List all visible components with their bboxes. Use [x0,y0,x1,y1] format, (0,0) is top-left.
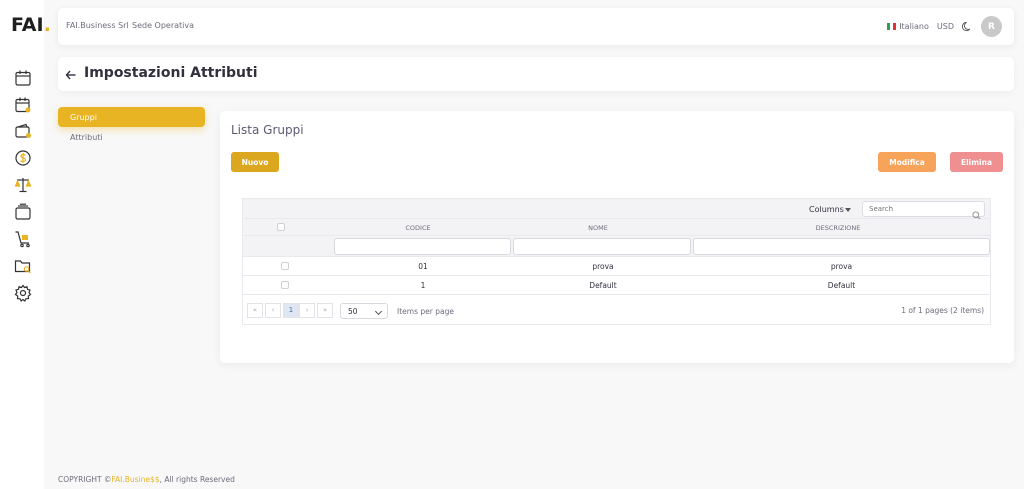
footer: COPYRIGHT ©FAI.Busine$$, All rights Rese… [58,475,235,484]
app-logo[interactable]: FAI. [11,14,51,36]
top-navbar: FAI.Business Srl Sede Operativa Italiano… [58,8,1014,45]
page-title: Impostazioni Attributi [84,65,258,81]
italy-flag-icon [887,23,897,30]
grid-toolbar: Columns [243,199,990,220]
language-selector[interactable]: Italiano [887,22,929,31]
select-all-checkbox[interactable] [277,223,285,231]
pager-prev-button[interactable]: ‹ [265,303,281,318]
filter-codice-input[interactable] [334,238,511,255]
calendar-user-icon[interactable] [14,96,32,114]
filter-descrizione-input[interactable] [693,238,990,255]
menu-item-gruppi[interactable]: Gruppi [58,107,205,127]
dollar-icon[interactable] [14,149,32,167]
layers-icon[interactable] [14,203,32,221]
cart-icon[interactable] [14,230,32,248]
row-checkbox[interactable] [281,281,289,289]
pager-info: 1 of 1 pages (2 items) [901,306,984,315]
filter-nome-input[interactable] [513,238,691,255]
wallet-icon[interactable] [14,122,32,140]
header-descrizione[interactable]: DESCRIZIONE [693,224,983,232]
grid-header-row: CODICE NOME DESCRIZIONE [243,219,990,236]
copyright-prefix: COPYRIGHT © [58,475,112,484]
delete-button[interactable]: Elimina [950,152,1003,172]
groups-card: Lista Gruppi Nuovo Modifica Elimina Colu… [220,111,1014,363]
cell-codice: 01 [418,262,428,271]
location-name[interactable]: Sede Operativa [132,21,194,30]
card-title: Lista Gruppi [231,123,304,137]
cell-nome: prova [592,262,614,271]
cell-descrizione: Default [827,281,856,290]
folder-search-icon[interactable] [14,257,32,275]
gear-icon[interactable] [14,284,32,302]
avatar[interactable]: R [981,16,1002,37]
page-header: Impostazioni Attributi [58,57,1014,91]
columns-chooser[interactable]: Columns [809,205,844,214]
language-label: Italiano [899,22,929,31]
logo-dot: . [43,14,51,36]
navbar-right: Italiano USD R [887,16,1002,37]
chevron-down-icon[interactable] [845,208,851,212]
logo-text: FAI [11,14,44,36]
groups-grid: Columns CODICE NOME DESCRIZIONE 01 prova… [242,198,991,325]
grid-filter-row [243,236,990,257]
search-input[interactable] [862,201,985,217]
company-name[interactable]: FAI.Business Srl [66,21,129,30]
cell-descrizione: prova [830,262,853,271]
edit-button[interactable]: Modifica [878,152,936,172]
pager-last-button[interactable]: » [317,303,333,318]
pager-page-1[interactable]: 1 [283,303,299,318]
new-button[interactable]: Nuovo [231,152,279,172]
header-nome[interactable]: NOME [513,224,683,232]
pager-first-button[interactable]: « [247,303,263,318]
search-icon[interactable] [972,205,981,220]
pager: « ‹ 1 › » 50 Items per page 1 of 1 pages… [243,295,990,325]
cell-nome: Default [589,281,617,290]
arrow-left-icon[interactable] [64,67,78,81]
pager-next-button[interactable]: › [299,303,315,318]
calendar-icon[interactable] [14,69,32,87]
header-codice[interactable]: CODICE [333,224,503,232]
copyright-suffix: , All rights Reserved [159,475,235,484]
table-row[interactable]: 01 prova prova [243,257,990,276]
items-per-page-label: Items per page [397,307,454,316]
scale-icon[interactable] [14,176,32,194]
menu-item-attributi[interactable]: Attributi [70,133,103,142]
table-row[interactable]: 1 Default Default [243,276,990,295]
row-checkbox[interactable] [281,262,289,270]
footer-brand-link[interactable]: FAI.Busine$$ [111,475,159,484]
sidebar-rail: FAI. [0,0,51,489]
moon-icon[interactable] [962,21,973,32]
cell-codice: 1 [420,281,426,290]
currency-selector[interactable]: USD [937,22,954,31]
